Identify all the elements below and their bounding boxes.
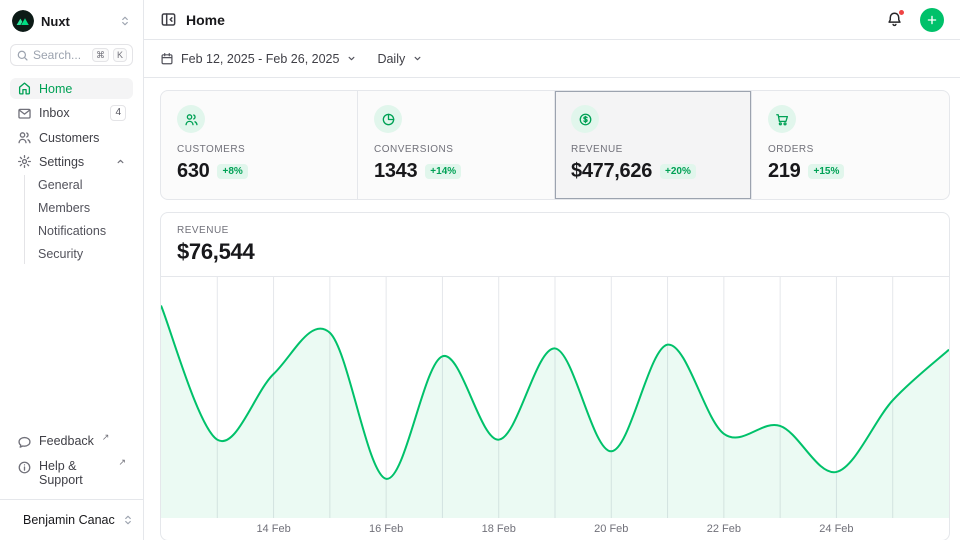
notification-dot bbox=[898, 9, 905, 16]
sidebar-subnav: General Members Notifications Security bbox=[24, 175, 133, 264]
sidebar-subitem-notifications[interactable]: Notifications bbox=[25, 221, 133, 241]
cart-icon bbox=[768, 105, 796, 133]
chart-metric-label: REVENUE bbox=[177, 225, 933, 236]
k-key: K bbox=[113, 48, 127, 62]
stat-label: CONVERSIONS bbox=[374, 144, 538, 155]
revenue-chart-card: REVENUE $76,544 14 Feb 16 Feb 18 Feb 20 Feb… bbox=[160, 212, 950, 540]
nuxt-logo-icon bbox=[12, 10, 34, 32]
chart-header: REVENUE $76,544 bbox=[161, 213, 949, 276]
dollar-circle-icon bbox=[571, 105, 599, 133]
stat-value: $477,626 bbox=[571, 160, 652, 183]
external-link-icon: ↗ bbox=[102, 432, 110, 443]
granularity-value: Daily bbox=[377, 52, 405, 66]
stat-label: CUSTOMERS bbox=[177, 144, 341, 155]
stat-value: 1343 bbox=[374, 160, 417, 183]
users-icon bbox=[17, 130, 32, 145]
sidebar-item-label: Home bbox=[39, 82, 126, 96]
x-tick-label: 18 Feb bbox=[482, 523, 516, 535]
sidebar-collapse-icon[interactable] bbox=[160, 11, 177, 28]
search-input[interactable] bbox=[33, 48, 88, 62]
chevron-down-icon bbox=[346, 53, 357, 64]
stat-label: ORDERS bbox=[768, 144, 933, 155]
footer-link-label: Help & Support bbox=[39, 459, 110, 487]
stat-value: 630 bbox=[177, 160, 209, 183]
stat-delta-badge: +8% bbox=[217, 164, 247, 179]
gear-icon bbox=[17, 154, 32, 169]
dashboard-content: CUSTOMERS 630 +8% CONVERSIONS 1343 +14% REVENU… bbox=[144, 78, 960, 540]
topbar: Home bbox=[144, 0, 960, 40]
search-box[interactable]: ⌘ K bbox=[10, 44, 133, 66]
chart-metric-value: $76,544 bbox=[177, 239, 933, 265]
sidebar-nav: Home Inbox 4 Customers Settings General Member… bbox=[10, 78, 133, 268]
stat-label: REVENUE bbox=[571, 144, 735, 155]
sidebar-subitem-security[interactable]: Security bbox=[25, 244, 133, 264]
sidebar-subitem-general[interactable]: General bbox=[25, 175, 133, 195]
footer-link-label: Feedback bbox=[39, 434, 94, 448]
workspace-switcher[interactable]: Nuxt bbox=[10, 8, 133, 44]
workspace-name: Nuxt bbox=[41, 14, 112, 29]
stat-card-orders[interactable]: ORDERS 219 +15% bbox=[752, 91, 949, 199]
revenue-area-chart[interactable] bbox=[161, 276, 949, 518]
chevron-down-icon bbox=[412, 53, 423, 64]
feedback-link[interactable]: Feedback ↗ bbox=[10, 431, 133, 453]
info-circle-icon bbox=[17, 460, 32, 475]
sidebar-item-home[interactable]: Home bbox=[10, 78, 133, 99]
user-name: Benjamin Canac bbox=[23, 513, 115, 527]
chat-bubble-icon bbox=[17, 435, 32, 450]
add-button[interactable] bbox=[920, 8, 944, 32]
granularity-select[interactable]: Daily bbox=[377, 52, 423, 66]
command-key: ⌘ bbox=[92, 48, 109, 62]
sidebar-item-inbox[interactable]: Inbox 4 bbox=[10, 102, 133, 124]
sidebar-subitem-members[interactable]: Members bbox=[25, 198, 133, 218]
help-support-link[interactable]: Help & Support ↗ bbox=[10, 456, 133, 490]
user-menu[interactable]: Benjamin Canac bbox=[10, 500, 133, 534]
filters-toolbar: Feb 12, 2025 - Feb 26, 2025 Daily bbox=[144, 40, 960, 78]
x-tick-label: 14 Feb bbox=[256, 523, 290, 535]
x-tick-label: 16 Feb bbox=[369, 523, 403, 535]
chart-x-axis: 14 Feb 16 Feb 18 Feb 20 Feb 22 Feb 24 Feb bbox=[161, 518, 949, 540]
notifications-bell-icon[interactable] bbox=[886, 11, 903, 28]
x-tick-label: 20 Feb bbox=[594, 523, 628, 535]
home-icon bbox=[17, 81, 32, 96]
date-range-value: Feb 12, 2025 - Feb 26, 2025 bbox=[181, 52, 339, 66]
sidebar: Nuxt ⌘ K Home Inbox 4 Customers Settings Gene… bbox=[0, 0, 144, 540]
x-tick-label: 24 Feb bbox=[819, 523, 853, 535]
sidebar-item-label: Settings bbox=[39, 155, 108, 169]
inbox-icon bbox=[17, 106, 32, 121]
stat-card-customers[interactable]: CUSTOMERS 630 +8% bbox=[161, 91, 358, 199]
x-tick-label: 22 Feb bbox=[707, 523, 741, 535]
stat-value: 219 bbox=[768, 160, 800, 183]
stats-panel: CUSTOMERS 630 +8% CONVERSIONS 1343 +14% REVENU… bbox=[160, 90, 950, 200]
chevrons-up-down-icon bbox=[122, 514, 134, 526]
sidebar-item-label: Customers bbox=[39, 131, 126, 145]
chevron-up-icon bbox=[115, 156, 126, 167]
stat-delta-badge: +15% bbox=[808, 164, 844, 179]
chart-pie-icon bbox=[374, 105, 402, 133]
sidebar-item-customers[interactable]: Customers bbox=[10, 127, 133, 148]
search-icon bbox=[16, 49, 29, 62]
sidebar-item-label: Inbox bbox=[39, 106, 103, 120]
date-range-picker[interactable]: Feb 12, 2025 - Feb 26, 2025 bbox=[160, 52, 357, 66]
users-icon bbox=[177, 105, 205, 133]
sidebar-footer-links: Feedback ↗ Help & Support ↗ bbox=[10, 431, 133, 493]
page-title: Home bbox=[186, 12, 877, 28]
stat-card-revenue[interactable]: REVENUE $477,626 +20% bbox=[555, 91, 752, 199]
external-link-icon: ↗ bbox=[118, 457, 126, 468]
stat-card-conversions[interactable]: CONVERSIONS 1343 +14% bbox=[358, 91, 555, 199]
sidebar-item-settings[interactable]: Settings bbox=[10, 151, 133, 172]
inbox-count-badge: 4 bbox=[110, 105, 126, 121]
main-area: Home Feb 12, 2025 - Feb 26, 2025 Daily C bbox=[144, 0, 960, 540]
stat-delta-badge: +14% bbox=[425, 164, 461, 179]
chevrons-up-down-icon bbox=[119, 15, 131, 27]
calendar-icon bbox=[160, 52, 174, 66]
stat-delta-badge: +20% bbox=[660, 164, 696, 179]
